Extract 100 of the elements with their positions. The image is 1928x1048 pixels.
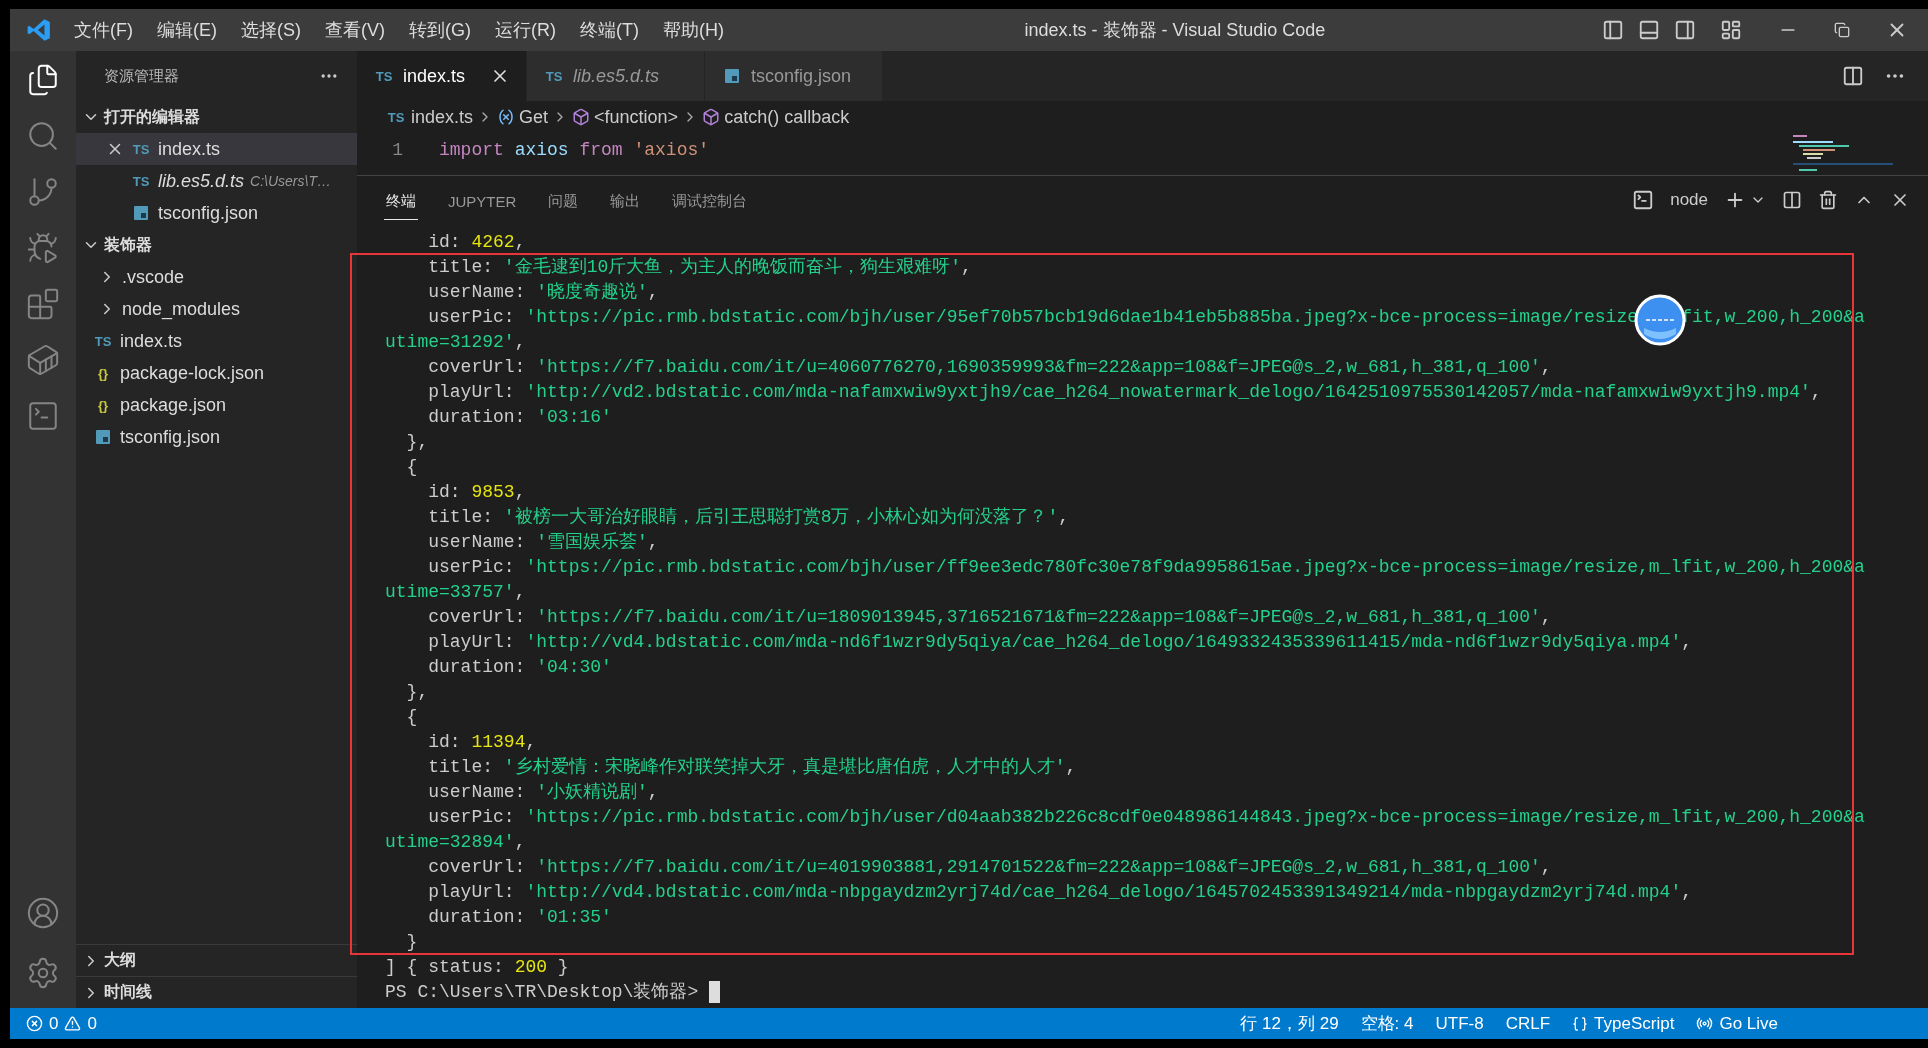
terminal-line: PS C:\Users\TR\Desktop\装饰器> [385,980,1928,1005]
panel-tab[interactable]: 输出 [608,180,643,220]
error-count[interactable]: 0 [49,1013,59,1034]
terminal-line: coverUrl: 'https://f7.baidu.com/it/u=4060776270,1690359993&fm=222&app=108&f=JPEG@s_2,w_681,h_381,q_100', [427,356,1553,379]
editor-tab[interactable]: tsconfig.json [705,51,883,101]
toggle-secondary-sidebar-icon[interactable] [1674,19,1696,41]
ts-file-icon: TS [543,68,565,84]
files-icon[interactable] [26,63,60,97]
floating-ball-icon[interactable] [1634,294,1686,346]
panel-tab[interactable]: 终端 [384,180,418,220]
account-icon[interactable] [26,896,60,930]
ts-file-icon: TS [130,141,152,157]
branch-icon[interactable] [26,175,60,209]
terminal-line: id: 4262, [427,231,527,254]
status-item[interactable]: CRLF [1505,1013,1551,1034]
open-editor-item[interactable]: TS index.ts [76,133,357,165]
terminal-line: }, [405,431,430,454]
error-icon[interactable] [26,1015,43,1032]
file-tree-item[interactable]: tsconfig.json [76,421,357,453]
open-editor-item[interactable]: tsconfig.json [76,197,357,229]
terminal-line: title: '金毛逮到10斤大鱼，为主人的晚饭而奋斗，狗生艰难呀', [427,256,973,279]
open-editor-item[interactable]: TS lib.es5.d.ts C:\Users\T… [76,165,357,197]
terminal-line: title: '被榜一大哥治好眼睛，后引王思聪打赏8万，小林心如为何没落了？', [427,506,1071,529]
menu-item[interactable]: 编辑(E) [157,18,217,42]
terminal-line: userName: '小妖精说剧', [427,781,660,804]
editor-tab[interactable]: TS lib.es5.d.ts [527,51,705,101]
bug-play-icon[interactable] [26,231,60,265]
status-item[interactable]: 行 12，列 29 [1240,1012,1339,1035]
section-header[interactable]: 大纲 [104,950,136,971]
terminal-line: duration: '04:30' [427,656,613,679]
breadcrumb-item[interactable]: index.ts [411,106,474,128]
menu-item[interactable]: 查看(V) [325,18,385,42]
section-header[interactable]: 打开的编辑器 [104,106,200,128]
braces-icon [1572,1015,1589,1032]
menu-item[interactable]: 运行(R) [495,18,556,42]
file-tree-item[interactable]: TS index.ts [76,325,357,357]
file-tree-item[interactable]: .vscode [76,261,357,293]
trash-icon[interactable] [1818,190,1838,210]
search-icon[interactable] [26,119,60,153]
container-icon[interactable] [26,343,60,377]
menu-item[interactable]: 选择(S) [241,18,301,42]
layout-icon[interactable] [1720,19,1742,41]
breadcrumb-item[interactable]: <function> [594,106,679,128]
menu-item[interactable]: 终端(T) [580,18,639,42]
warning-count[interactable]: 0 [87,1013,97,1034]
code-line: import axios from 'axios' [439,140,710,160]
cube-icon [572,108,591,126]
status-item[interactable]: Go Live [1719,1013,1778,1034]
terminal-icon[interactable] [26,399,60,433]
split-terminal-icon[interactable] [1782,190,1802,210]
menu-item[interactable]: 文件(F) [74,18,133,42]
ts-file-icon [133,205,149,221]
terminal-line: id: 11394, [427,731,538,754]
toggle-sidebar-icon[interactable] [1602,19,1624,41]
terminal-line: { [405,706,419,729]
terminal-line: }, [405,681,430,704]
breadcrumb-item[interactable]: Get [519,106,549,128]
file-tree-item[interactable]: node_modules [76,293,357,325]
window-title: index.ts - 装饰器 - Visual Studio Code [1023,19,1327,42]
sidebar-title: 资源管理器 [104,66,179,86]
terminal-line: title: '乡村爱情：宋晓峰作对联笑掉大牙，真是堪比唐伯虎，人才中的人才', [427,756,1078,779]
section-header[interactable]: 装饰器 [104,234,152,256]
warning-icon[interactable] [64,1015,82,1032]
status-item[interactable]: UTF-8 [1435,1013,1484,1034]
blocks-icon[interactable] [26,287,60,321]
file-tree-item[interactable]: {} package.json [76,389,357,421]
split-editor-icon[interactable] [1842,65,1864,87]
panel-tab[interactable]: 调试控制台 [670,180,750,220]
terminal-line: utime=33757', [385,581,527,604]
terminal-line: } [405,931,419,954]
editor-tab[interactable]: TS index.ts [357,51,527,101]
settings-icon[interactable] [26,956,60,990]
ts-file-icon: TS [385,109,407,125]
terminal-line: userName: '晓度奇趣说', [427,281,660,304]
terminal-name[interactable]: node [1670,190,1708,210]
json-file-icon: {} [92,397,114,413]
line-number: 1 [391,140,404,160]
toggle-panel-icon[interactable] [1638,19,1660,41]
broadcast-icon [1696,1015,1714,1032]
restore-icon[interactable] [1834,22,1850,38]
terminal-line: coverUrl: 'https://f7.baidu.com/it/u=4019903881,2914701522&fm=222&app=108&f=JPEG@s_2,w_681,h_381,q_100', [427,856,1553,879]
app-logo-icon [26,17,52,43]
breadcrumb-item[interactable]: catch() callback [724,106,850,128]
json-file-icon: {} [92,365,114,381]
terminal-line: { [405,456,419,479]
terminal-line: utime=31292', [385,331,527,354]
variable-icon [497,108,516,126]
panel-tab[interactable]: JUPYTER [446,181,519,219]
ts-file-icon: TS [130,173,152,189]
menu-item[interactable]: 转到(G) [409,18,471,42]
panel-tab[interactable]: 问题 [546,180,581,220]
menu-item[interactable]: 帮助(H) [662,18,724,42]
terminal-line: ] { status: 200 } [385,956,570,979]
status-item[interactable]: TypeScript [1594,1013,1675,1034]
status-item[interactable]: 空格: 4 [1360,1012,1414,1035]
section-header[interactable]: 时间线 [104,982,152,1003]
ts-file-icon: TS [373,68,395,84]
file-tree-item[interactable]: {} package-lock.json [76,357,357,389]
terminal-line: playUrl: 'http://vd2.bdstatic.com/mda-nafamxwiw9yxtjh9/cae_h264_nowatermark_delogo/1642510975530142057/mda-nafamxwiw9yxtjh9.mp4', [427,381,1823,404]
ts-file-icon: TS [92,333,114,349]
